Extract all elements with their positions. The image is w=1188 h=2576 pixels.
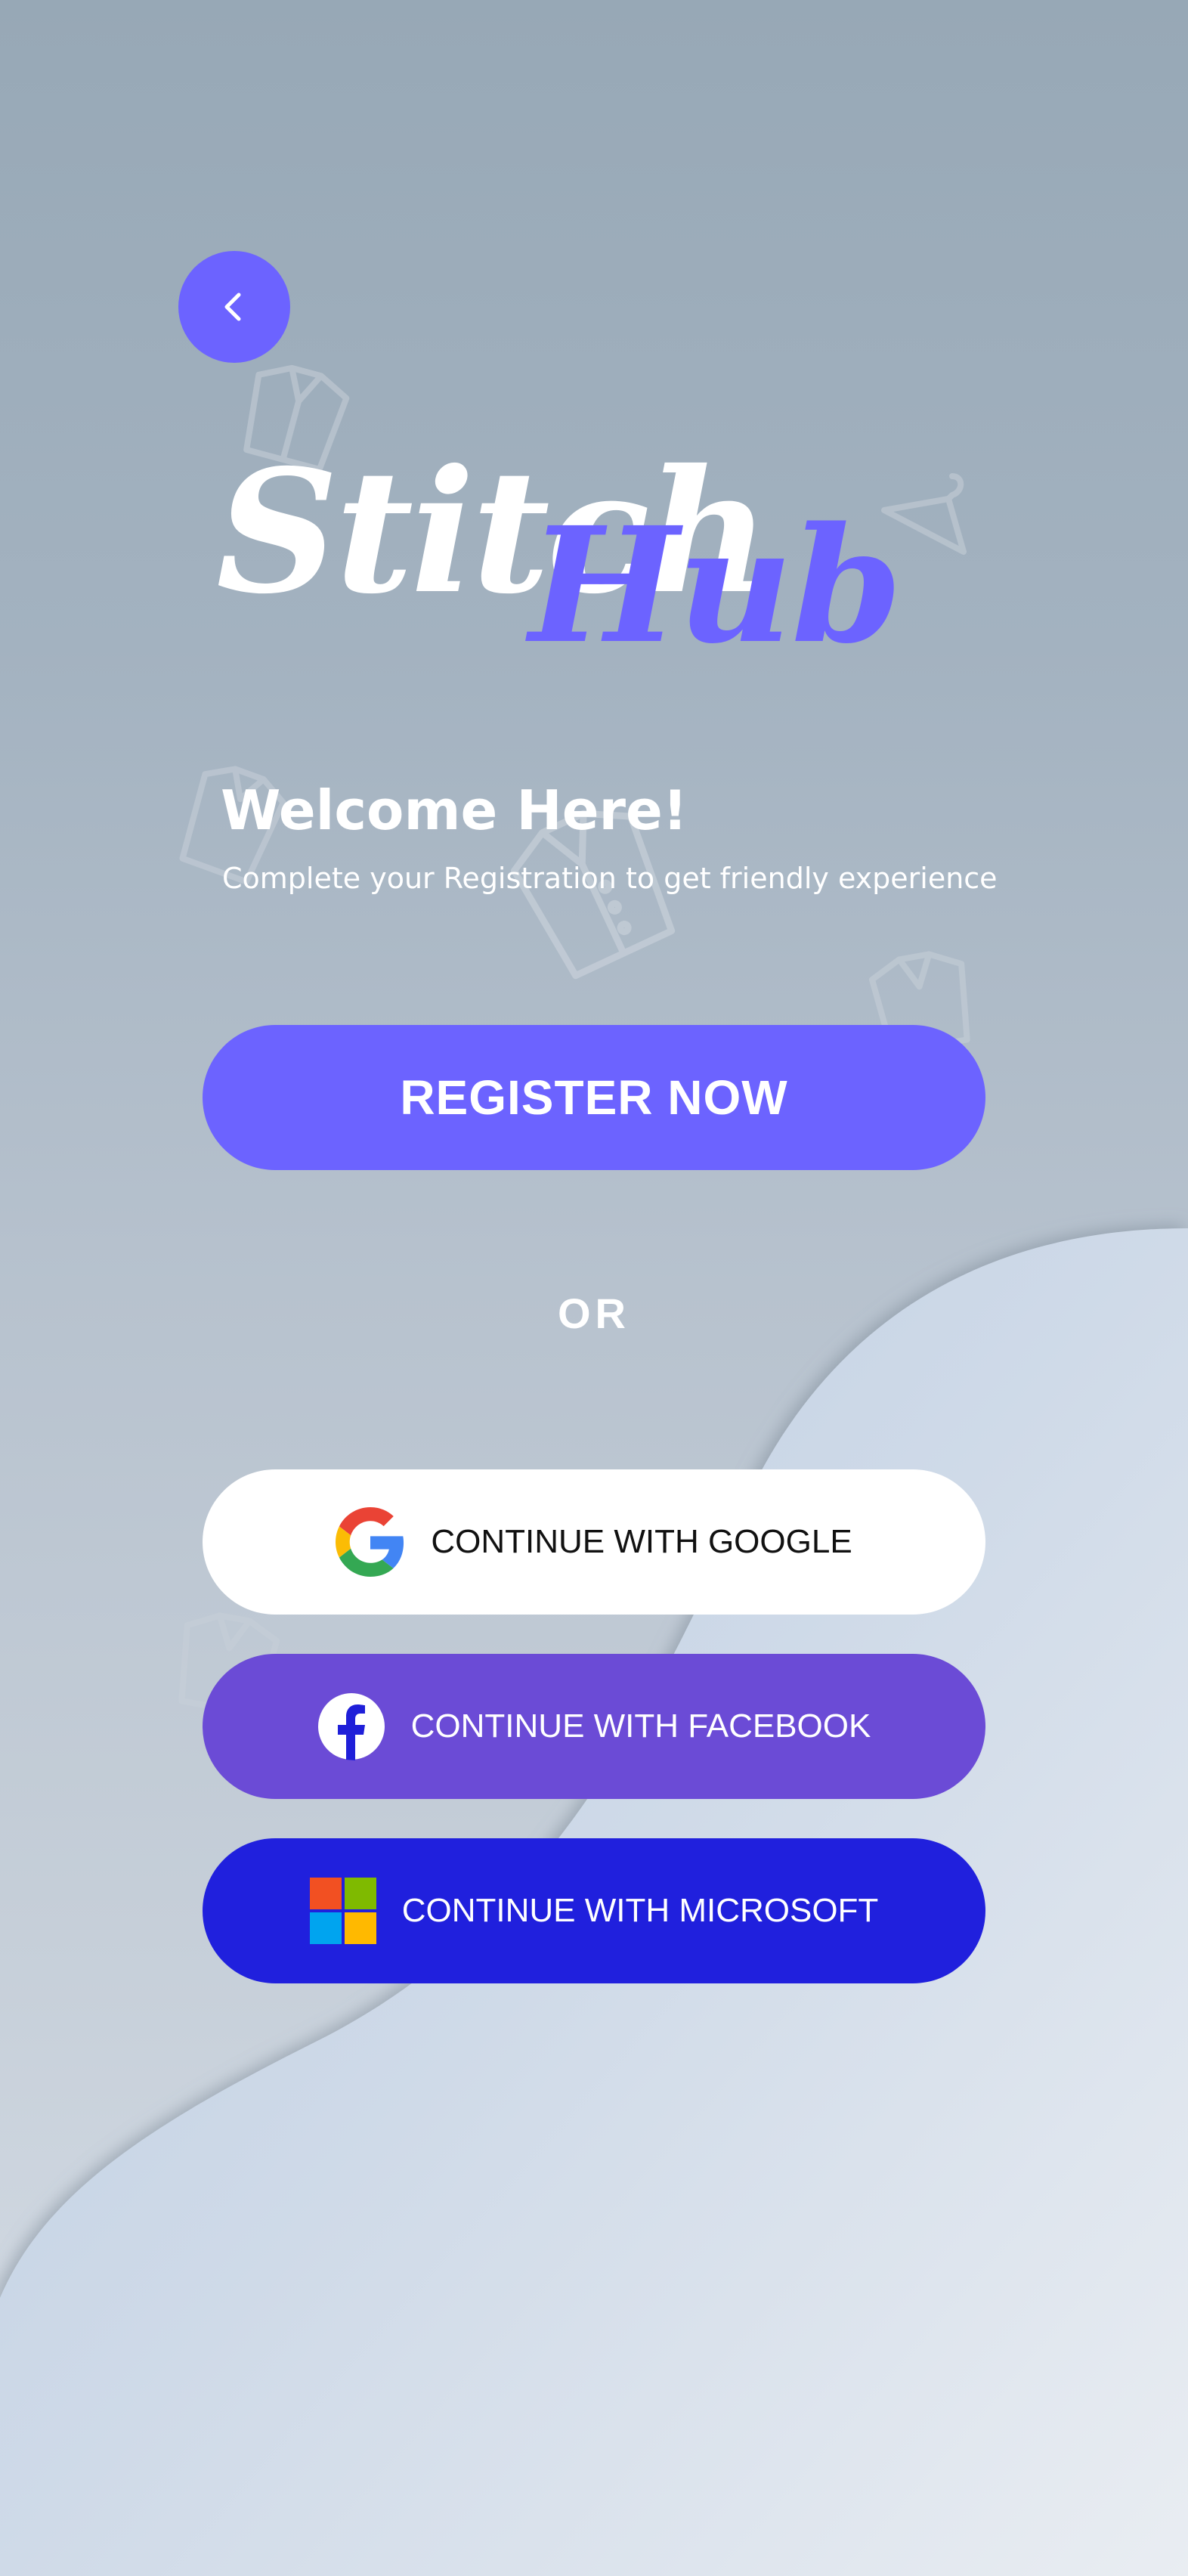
facebook-icon — [317, 1692, 385, 1760]
continue-with-facebook-button[interactable]: CONTINUE WITH FACEBOOK — [203, 1654, 985, 1799]
continue-with-microsoft-button[interactable]: CONTINUE WITH MICROSOFT — [203, 1838, 985, 1983]
continue-with-facebook-label: CONTINUE WITH FACEBOOK — [410, 1708, 871, 1745]
chevron-left-icon — [224, 293, 241, 321]
back-button[interactable] — [178, 251, 290, 363]
register-now-label: REGISTER NOW — [400, 1070, 788, 1125]
logo-word-hub: Hub — [529, 492, 902, 679]
continue-with-google-button[interactable]: CONTINUE WITH GOOGLE — [203, 1469, 985, 1615]
welcome-subtitle: Complete your Registration to get friend… — [222, 862, 998, 895]
app-logo: Stitch Hub — [204, 423, 990, 695]
continue-with-microsoft-label: CONTINUE WITH MICROSOFT — [401, 1892, 879, 1929]
or-divider: OR — [558, 1290, 630, 1337]
register-now-button[interactable]: REGISTER NOW — [203, 1025, 985, 1170]
welcome-title: Welcome Here! — [221, 779, 688, 842]
continue-with-google-label: CONTINUE WITH GOOGLE — [431, 1523, 852, 1560]
google-icon — [336, 1507, 405, 1577]
microsoft-icon — [309, 1878, 376, 1944]
background-wave — [0, 1228, 1188, 2576]
